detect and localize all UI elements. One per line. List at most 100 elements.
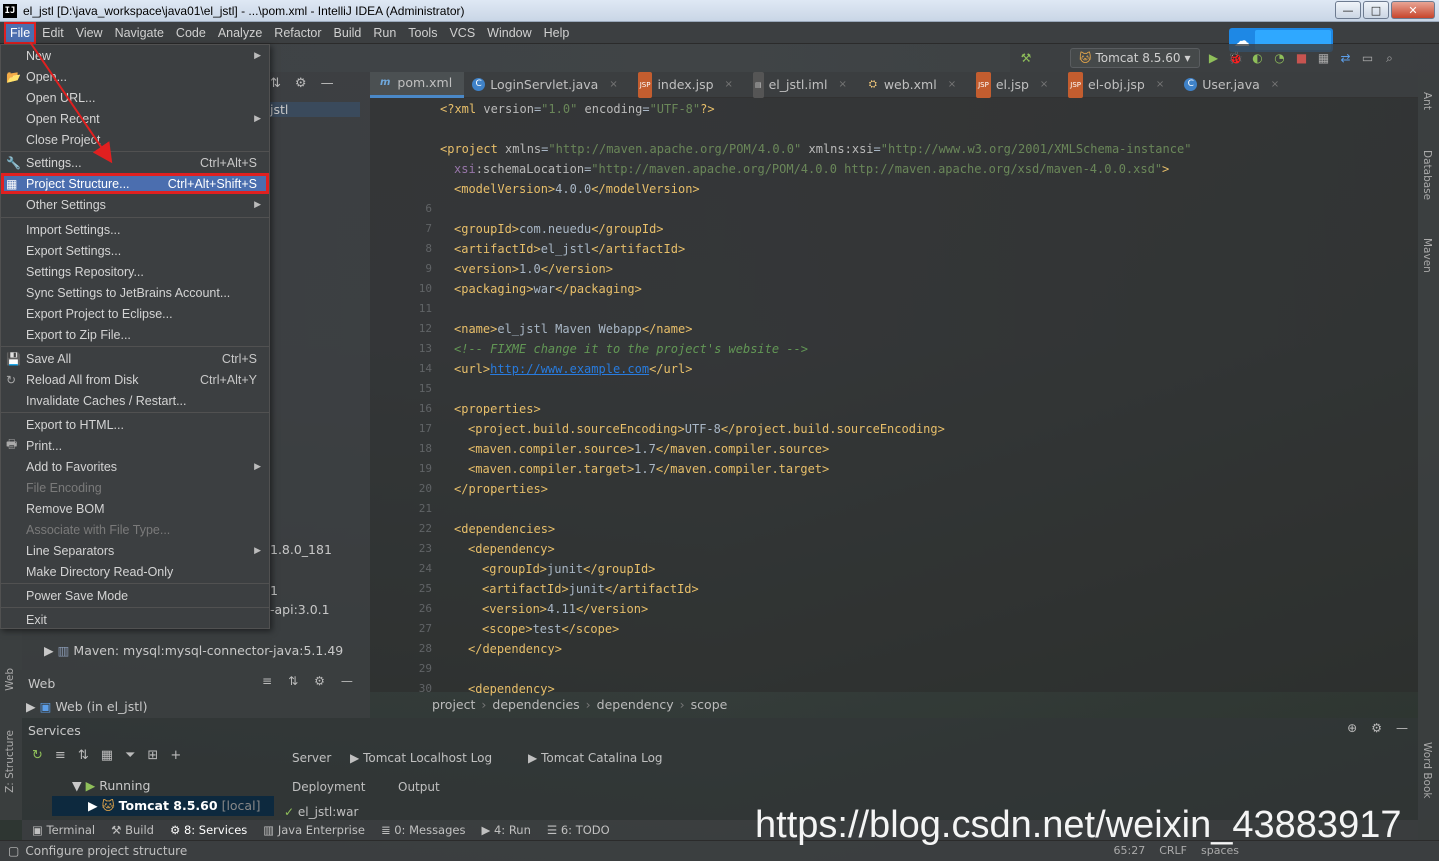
status-toggle-icon[interactable]: ▢ [8,844,19,858]
minimize-button[interactable]: — [1335,1,1361,19]
menu-item-make-read-only[interactable]: Make Directory Read-Only [1,561,269,582]
run-icon[interactable]: ▶ [1206,50,1222,66]
menu-file[interactable]: File [4,21,37,44]
menu-item-open[interactable]: 📂 Open... [1,66,269,87]
menu-item-new[interactable]: New ▶ [1,45,269,66]
tab-loginservlet[interactable]: C LoginServlet.java × [464,72,630,98]
services-tomcat-row[interactable]: ▶ 🐱 Tomcat 8.5.60 [local] [52,796,274,816]
hide-panel-icon[interactable]: — [1396,721,1408,735]
debug-icon[interactable]: 🐞 [1228,50,1244,66]
tool-tab-todo[interactable]: ☰ 6: TODO [547,823,610,837]
services-running-group[interactable]: ▼ ▶ Running [72,778,150,793]
menu-item-invalidate-caches[interactable]: Invalidate Caches / Restart... [1,390,269,411]
tab-server[interactable]: Server [292,751,331,765]
add-service-icon[interactable]: + [170,748,181,763]
tool-tab-services[interactable]: ⚙ 8: Services [170,823,247,837]
project-structure-icon[interactable]: ▦ [1316,50,1332,66]
filter-icon[interactable]: ⏷ [125,748,135,763]
expand-all-icon[interactable]: ≡ [55,748,66,763]
breadcrumb-item[interactable]: dependencies [492,697,579,712]
menu-run[interactable]: Run [367,22,402,44]
menu-item-export-settings[interactable]: Export Settings... [1,240,269,261]
run-config-select[interactable]: 🐱 Tomcat 8.5.60 ▾ [1070,48,1200,68]
menu-item-remove-bom[interactable]: Remove BOM [1,498,269,519]
group-icon[interactable]: ▦ [101,748,113,763]
tab-index-jsp[interactable]: JSP index.jsp × [630,71,745,98]
tab-el-obj-jsp[interactable]: JSP el-obj.jsp × [1060,71,1176,98]
menu-item-save-all[interactable]: 💾 Save All Ctrl+S [1,348,269,369]
breadcrumb-item[interactable]: project [432,697,475,712]
close-window-button[interactable]: ✕ [1391,1,1435,19]
menu-tools[interactable]: Tools [402,22,443,44]
tree-row-item[interactable]: 1 [270,583,278,598]
menu-item-export-eclipse[interactable]: Export Project to Eclipse... [1,303,269,324]
tool-tab-terminal[interactable]: ▣ Terminal [32,823,95,837]
close-tab-icon[interactable]: × [1156,72,1164,98]
menu-item-export-zip[interactable]: Export to Zip File... [1,324,269,345]
tab-el-jsp[interactable]: JSP el.jsp × [968,71,1060,98]
menu-item-add-favorites[interactable]: Add to Favorites ▶ [1,456,269,477]
menu-vcs[interactable]: VCS [443,22,481,44]
tool-tab-maven[interactable]: Maven [1421,238,1433,273]
tool-tab-run[interactable]: ▶ 4: Run [481,823,530,837]
tab-localhost-log[interactable]: ▶ Tomcat Localhost Log [350,751,492,765]
menu-item-close-project[interactable]: Close Project [1,129,269,150]
close-tab-icon[interactable]: × [1040,72,1048,98]
close-tab-icon[interactable]: × [725,72,733,98]
tab-web-xml[interactable]: ⛭ web.xml × [859,72,968,98]
collapse-all-icon[interactable]: ⇅ [288,674,298,688]
build-hammer-icon[interactable]: ⚒ [1018,50,1034,66]
stop-icon[interactable]: ■ [1294,50,1310,66]
target-icon[interactable]: ⊕ [1347,721,1357,735]
tree-row-jdk[interactable]: 1.8.0_181 [270,542,332,557]
menu-item-project-structure[interactable]: ▦ Project Structure... Ctrl+Alt+Shift+S [1,173,269,194]
tool-tab-web[interactable]: Web [4,668,16,691]
close-tab-icon[interactable]: × [609,72,617,98]
settings-gear-icon[interactable]: ⚙ [1371,721,1382,735]
coverage-icon[interactable]: ◐ [1250,50,1266,66]
expand-all-icon[interactable]: ≡ [262,674,272,688]
menu-edit[interactable]: Edit [36,22,70,44]
tab-el-jstl-iml[interactable]: ▤ el_jstl.iml × [745,71,859,98]
translate-icon[interactable]: ⇄ [1338,50,1354,66]
menu-item-export-html[interactable]: Export to HTML... [1,414,269,435]
tab-output[interactable]: Output [398,780,440,794]
breadcrumb-item[interactable]: dependency [597,697,674,712]
collapse-all-icon[interactable]: ⇅ [270,76,281,91]
tool-tab-structure[interactable]: Z: Structure [4,730,16,793]
menu-item-other-settings[interactable]: Other Settings ▶ [1,194,269,215]
search-everywhere-icon[interactable]: ⌕ [1382,50,1398,66]
menu-code[interactable]: Code [170,22,212,44]
settings-gear-icon[interactable]: ⚙ [314,674,325,688]
tool-tab-ant[interactable]: Ant [1421,92,1433,110]
menu-item-open-recent[interactable]: Open Recent ▶ [1,108,269,129]
menu-navigate[interactable]: Navigate [109,22,170,44]
menu-item-line-separators[interactable]: Line Separators ▶ [1,540,269,561]
tool-tab-java-enterprise[interactable]: ▥ Java Enterprise [263,823,365,837]
menu-analyze[interactable]: Analyze [212,22,268,44]
hide-panel-icon[interactable]: — [321,76,334,91]
artifact-item[interactable]: ✓ el_jstl:war [284,805,358,819]
menu-item-exit[interactable]: Exit [1,609,269,630]
close-tab-icon[interactable]: × [838,72,846,98]
maximize-button[interactable]: □ [1363,1,1389,19]
close-tab-icon[interactable]: × [948,72,956,98]
menu-item-import-settings[interactable]: Import Settings... [1,219,269,240]
tree-row-servlet-api[interactable]: -api:3.0.1 [270,602,330,617]
tool-tab-messages[interactable]: ≣ 0: Messages [381,823,466,837]
layout-icon[interactable]: ▭ [1360,50,1376,66]
menu-item-settings[interactable]: 🔧 Settings... Ctrl+Alt+S [1,152,269,173]
menu-item-open-url[interactable]: Open URL... [1,87,269,108]
menu-item-print[interactable]: 🖶 Print... [1,435,269,456]
profile-icon[interactable]: ◔ [1272,50,1288,66]
breadcrumb-item[interactable]: scope [691,697,728,712]
menu-build[interactable]: Build [328,22,368,44]
menu-refactor[interactable]: Refactor [268,22,327,44]
menu-item-power-save[interactable]: Power Save Mode [1,585,269,606]
menu-view[interactable]: View [70,22,109,44]
web-facet-item[interactable]: ▶ ▣ Web (in el_jstl) [26,699,148,714]
menu-window[interactable]: Window [481,22,537,44]
rerun-icon[interactable]: ↻ [32,748,43,763]
tool-tab-database[interactable]: Database [1421,150,1433,200]
tab-catalina-log[interactable]: ▶ Tomcat Catalina Log [528,751,663,765]
